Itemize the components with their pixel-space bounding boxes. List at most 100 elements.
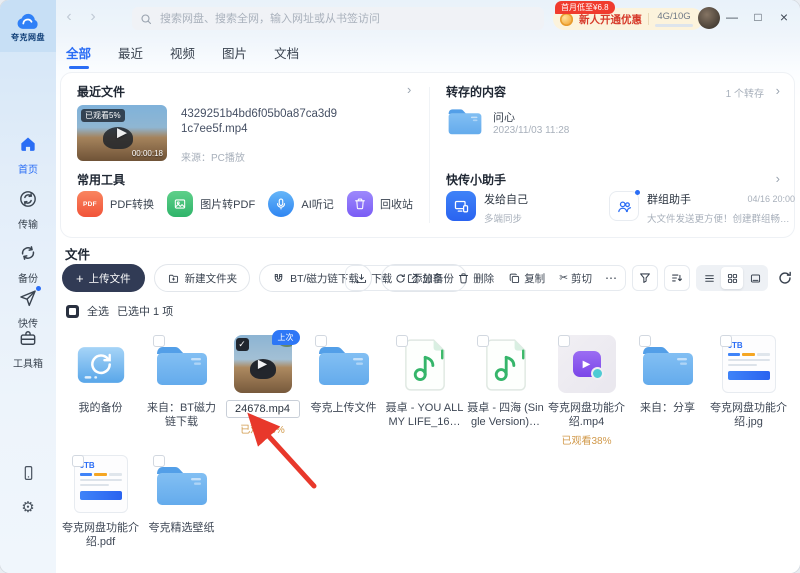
- group-helper-desc: 大文件发送更方便！创建群组畅聊发送…: [647, 211, 795, 225]
- sidebar-item-toolbox[interactable]: 工具箱: [0, 328, 56, 370]
- recent-video-thumbnail[interactable]: 已观看5% ▶ 00:00:18: [77, 105, 167, 161]
- folder-icon: [153, 342, 211, 389]
- minimize-button[interactable]: —: [722, 8, 742, 26]
- file-item-music-2[interactable]: 聂卓 - 四海 (Single Version)…: [465, 327, 546, 447]
- trash-icon: [457, 272, 470, 285]
- tab-all[interactable]: 全部: [64, 39, 93, 66]
- file-item-intro-jpg[interactable]: 6TB 夸克网盘功能介绍.jpg: [708, 327, 789, 447]
- cut-action[interactable]: ✂剪切: [552, 271, 599, 286]
- promo-banner[interactable]: 首月低至¥6.8 新人开通优惠 4G/10G: [553, 8, 703, 30]
- item-checkbox[interactable]: [558, 335, 570, 347]
- tool-recycle-bin[interactable]: 回收站: [347, 191, 413, 217]
- recent-files-title: 最近文件: [77, 83, 125, 100]
- copy-action[interactable]: 复制: [501, 271, 552, 286]
- app-window: 夸克网盘 首页 传输 备份 快传 工具箱 ⚙ ‹ ›: [0, 0, 800, 573]
- search-icon: [140, 13, 152, 25]
- home-icon: [18, 134, 38, 154]
- storage-indicator: 4G/10G: [655, 11, 693, 27]
- sidebar-item-home[interactable]: 首页: [0, 134, 56, 176]
- delete-action[interactable]: 删除: [450, 271, 501, 286]
- saved-content-more-button[interactable]: ›: [776, 84, 780, 98]
- back-button[interactable]: ‹: [60, 7, 78, 27]
- item-checkbox[interactable]: [315, 335, 327, 347]
- cloud-logo-icon: [15, 10, 41, 30]
- download-icon: [355, 272, 368, 285]
- avatar[interactable]: [698, 7, 720, 29]
- preview-view-button[interactable]: [744, 267, 766, 289]
- divider: [648, 13, 649, 25]
- item-checkbox[interactable]: [477, 335, 489, 347]
- more-actions-button[interactable]: ⋯: [599, 271, 623, 285]
- item-checkbox[interactable]: [153, 335, 165, 347]
- item-checkbox[interactable]: [396, 335, 408, 347]
- sidebar-item-backup[interactable]: 备份: [0, 243, 56, 285]
- download-action[interactable]: 下载: [348, 271, 399, 286]
- common-tools-row: PDF PDF转换 图片转PDF AI听记 回收站: [77, 191, 413, 217]
- magnet-icon: [272, 272, 285, 285]
- file-item-music-1[interactable]: 聂卓 - YOU ALL MY LIFE_16…: [384, 327, 465, 447]
- tool-image-to-pdf[interactable]: 图片转PDF: [167, 191, 255, 217]
- share-action[interactable]: 分享: [399, 271, 450, 286]
- watched-progress: 已观看38%: [561, 432, 611, 447]
- select-all-checkbox[interactable]: [66, 305, 79, 318]
- tool-ai-transcribe[interactable]: AI听记: [268, 191, 333, 217]
- assistant-more-button[interactable]: ›: [776, 172, 780, 186]
- file-item-selected-video[interactable]: ▶ ✓ 上次 24678.mp4 已观看6%: [222, 327, 303, 447]
- saved-folder-icon[interactable]: [446, 106, 484, 137]
- funnel-icon: [638, 271, 652, 285]
- play-icon: ▶: [583, 359, 591, 370]
- forward-button[interactable]: ›: [84, 7, 102, 27]
- list-view-button[interactable]: [698, 267, 720, 289]
- sidebar-item-transfer[interactable]: 传输: [0, 189, 56, 231]
- tab-videos[interactable]: 视频: [168, 39, 197, 66]
- item-checkbox-checked[interactable]: ✓: [236, 338, 249, 351]
- item-checkbox[interactable]: [639, 335, 651, 347]
- tool-pdf-convert[interactable]: PDF PDF转换: [77, 191, 154, 217]
- grid-view-button[interactable]: [721, 267, 743, 289]
- file-item-upload-folder[interactable]: 夸克上传文件: [303, 327, 384, 447]
- backup-sync-icon: [18, 243, 38, 263]
- mobile-app-icon[interactable]: [0, 463, 56, 488]
- new-folder-button[interactable]: 新建文件夹: [154, 264, 251, 292]
- sidebar: 夸克网盘 首页 传输 备份 快传 工具箱 ⚙: [0, 0, 56, 573]
- new-folder-icon: [167, 272, 180, 285]
- settings-icon[interactable]: ⚙: [0, 498, 56, 516]
- assistant-send-to-self[interactable]: 发给自己 多端同步: [446, 191, 528, 225]
- transfer-icon: [18, 189, 38, 209]
- file-item-share-folder[interactable]: 来自：分享: [627, 327, 708, 447]
- refresh-button[interactable]: [776, 269, 794, 287]
- group-helper-time: 04/16 20:00: [747, 194, 795, 204]
- tab-documents[interactable]: 文档: [272, 39, 301, 66]
- watched-progress: 已观看6%: [240, 421, 284, 436]
- filter-button[interactable]: [632, 265, 658, 291]
- file-item-bt-folder[interactable]: 来自：BT磁力链下载: [141, 327, 222, 447]
- recent-video-filename: 4329251b4bd6f05b0a87ca3d91c7ee5f.mp4: [181, 107, 341, 137]
- list-view-icon: [703, 272, 716, 285]
- item-checkbox[interactable]: [153, 455, 165, 467]
- scissors-icon: ✂: [559, 272, 568, 284]
- item-checkbox[interactable]: [720, 335, 732, 347]
- sort-button[interactable]: [664, 265, 690, 291]
- sidebar-item-quick-send[interactable]: 快传: [0, 288, 56, 330]
- plus-icon: +: [76, 272, 84, 285]
- file-item-my-backup[interactable]: 我的备份: [60, 327, 141, 447]
- assistant-group-helper[interactable]: 群组助手 04/16 20:00 大文件发送更方便！创建群组畅聊发送…: [609, 191, 784, 225]
- tab-recent[interactable]: 最近: [116, 39, 145, 66]
- file-item-intro-video[interactable]: ▶ 夸克网盘功能介绍.mp4 已观看38%: [546, 327, 627, 447]
- file-item-wallpaper-folder[interactable]: 夸克精选壁纸: [141, 447, 222, 549]
- recent-files-more-button[interactable]: ›: [407, 83, 411, 97]
- file-item-intro-pdf[interactable]: 6TB 夸克网盘功能介绍.pdf: [60, 447, 141, 549]
- select-all-label[interactable]: 全选: [87, 303, 109, 319]
- selected-count: 已选中 1 项: [117, 303, 173, 319]
- search-input[interactable]: [158, 12, 536, 26]
- upload-button[interactable]: +上传文件: [62, 264, 145, 292]
- category-tabs: 全部 最近 视频 图片 文档: [64, 38, 301, 66]
- saved-folder-name[interactable]: 问心: [493, 109, 515, 125]
- maximize-button[interactable]: □: [748, 8, 768, 26]
- tab-images[interactable]: 图片: [220, 39, 249, 66]
- item-checkbox[interactable]: [72, 455, 84, 467]
- rename-input[interactable]: 24678.mp4: [226, 400, 300, 418]
- notification-dot: [36, 286, 41, 291]
- close-button[interactable]: ×: [774, 8, 794, 26]
- preview-view-icon: [749, 272, 762, 285]
